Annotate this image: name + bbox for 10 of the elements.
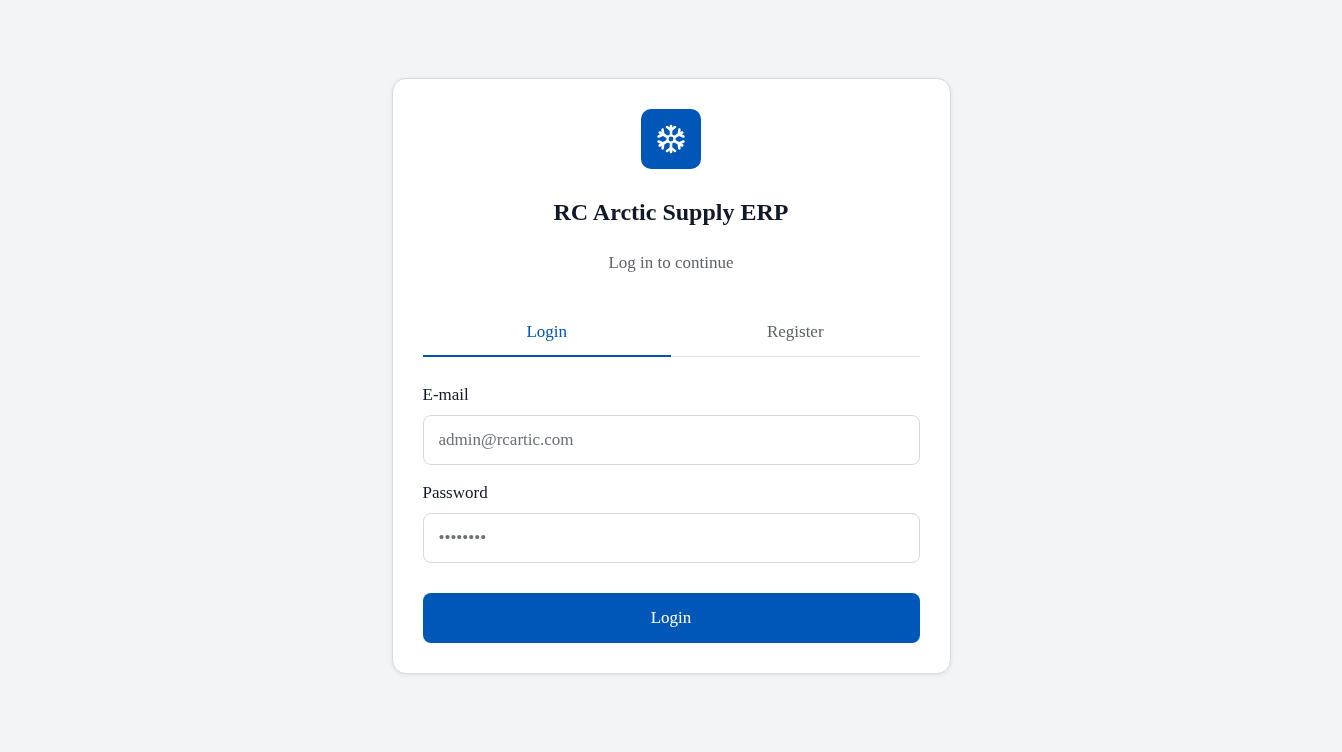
field-label: Password	[422, 482, 489, 504]
app-title: RC Arctic Supply ERP	[552, 198, 790, 227]
tab[interactable]: Login	[422, 309, 671, 357]
field-label: E-mail	[422, 384, 470, 406]
login-button[interactable]: Login	[422, 593, 920, 643]
input-field[interactable]: ••••••••	[422, 513, 920, 563]
tab[interactable]: Register	[671, 309, 920, 357]
logo-icon	[641, 109, 701, 169]
input-field[interactable]: admin@rcartic.com	[422, 415, 920, 465]
subtitle: Log in to continue	[607, 252, 735, 274]
